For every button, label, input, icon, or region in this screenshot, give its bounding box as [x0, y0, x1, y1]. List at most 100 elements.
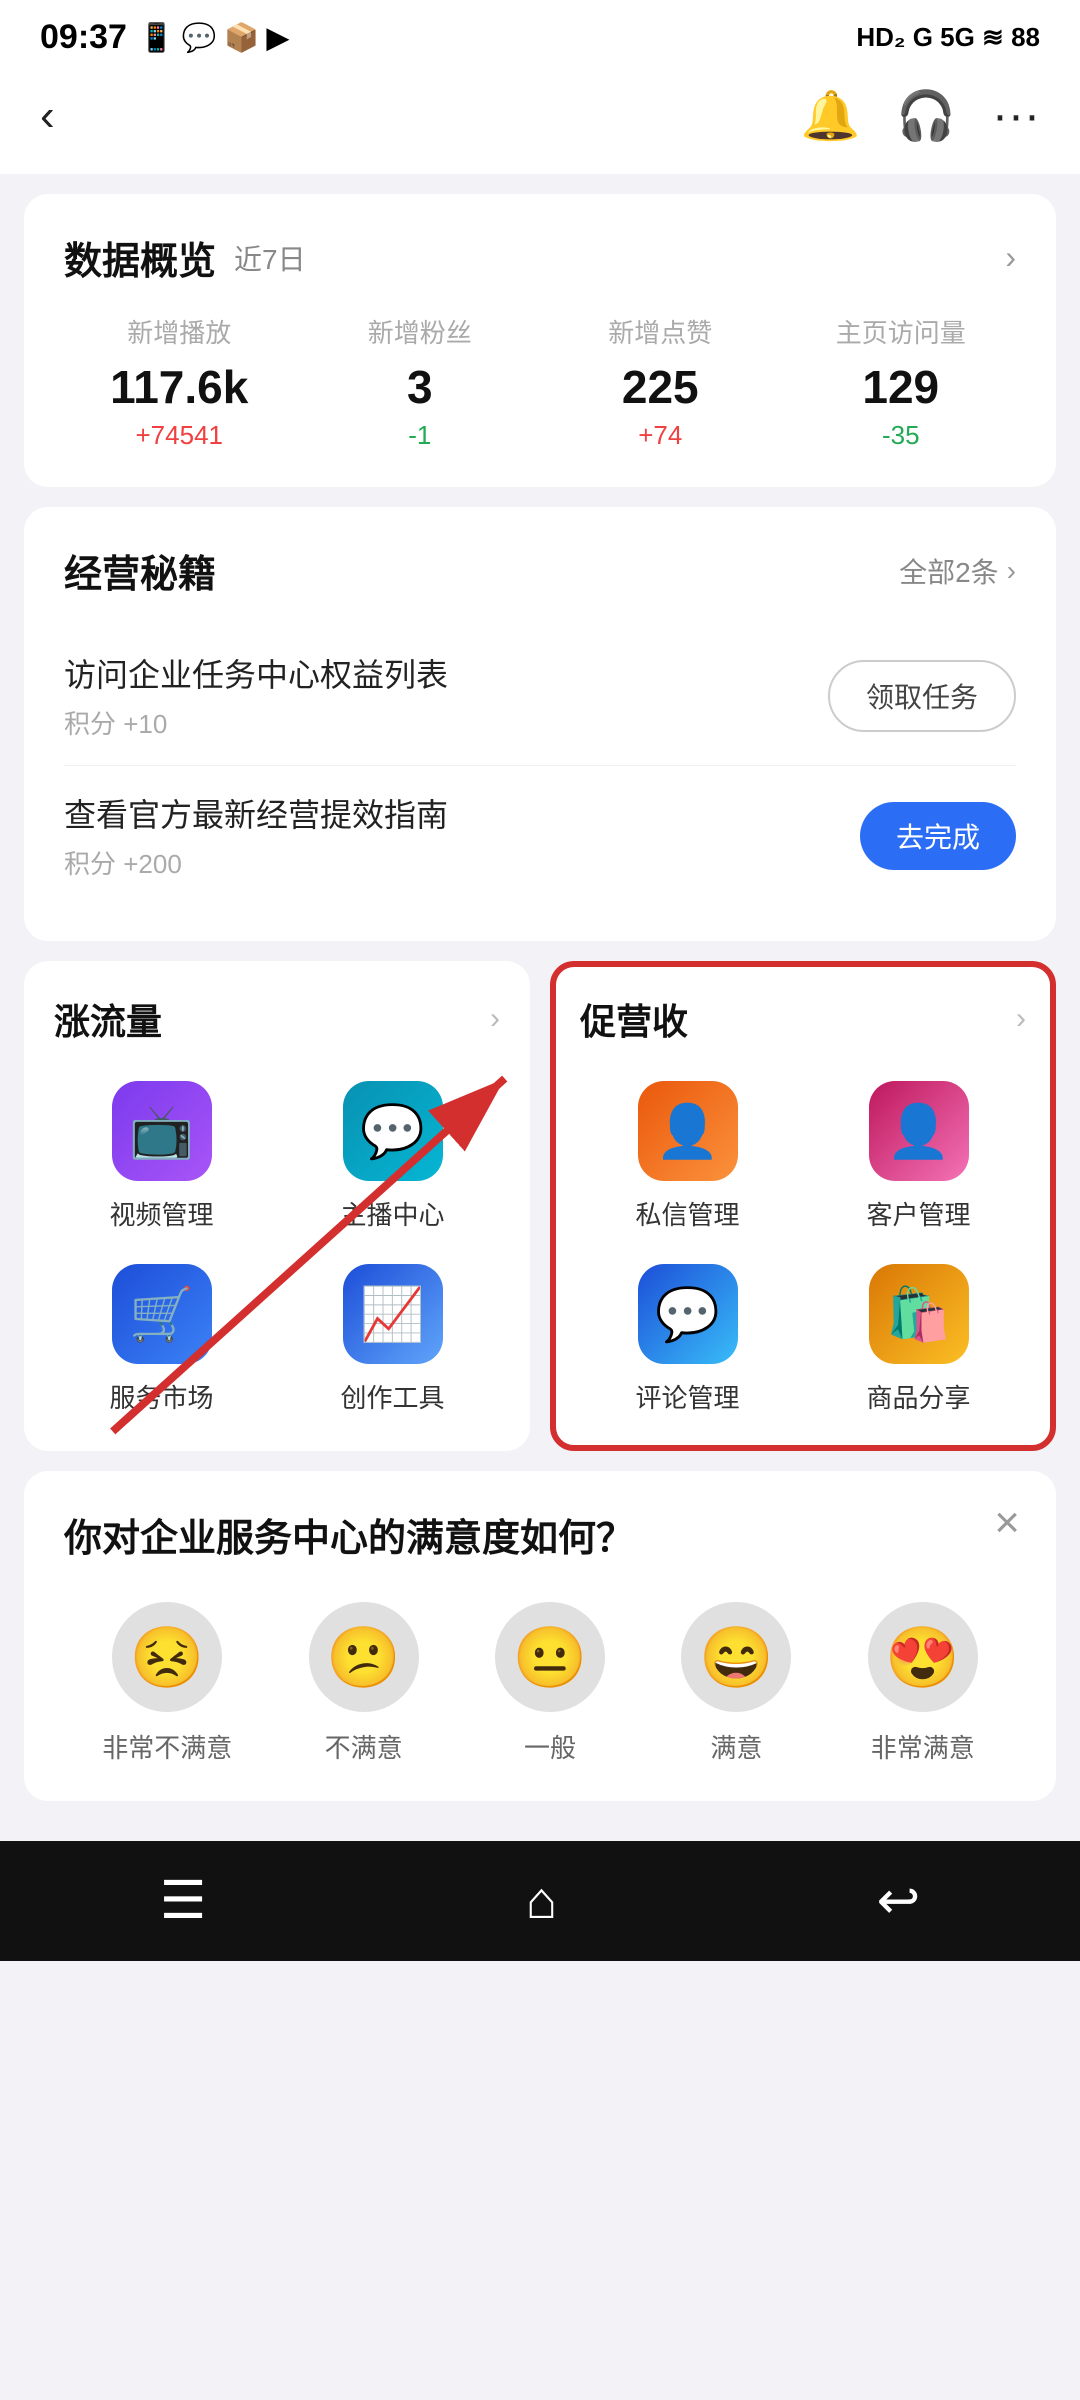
product-share-icon: 🛍️	[869, 1264, 969, 1364]
stat-fans: 新增粉丝 3 -1	[305, 313, 536, 451]
revenue-card: 促营收 › 👤 私信管理 👤 客户管理	[550, 961, 1056, 1451]
complete-task-button[interactable]: 去完成	[860, 802, 1016, 870]
secret-text-0: 访问企业任务中心权益列表 积分 +10	[64, 650, 448, 741]
very-bad-emoji: 😣	[112, 1602, 222, 1712]
creation-tools-label: 创作工具	[340, 1378, 444, 1415]
traffic-item-creation[interactable]: 📈 创作工具	[285, 1264, 500, 1415]
stat-likes-value: 225	[545, 360, 776, 414]
status-left: 09:37 📱 💬 📦 ▶	[40, 18, 288, 57]
business-secrets-arrow: ›	[1007, 555, 1016, 587]
neutral-label: 一般	[524, 1728, 576, 1765]
traffic-card-header: 涨流量 ›	[54, 993, 500, 1045]
notification-icon[interactable]: 🔔	[801, 87, 861, 144]
header-icons: 🔔 🎧 ···	[801, 87, 1040, 144]
secret-item-0: 访问企业任务中心权益列表 积分 +10 领取任务	[64, 626, 1016, 766]
satisfaction-very-bad[interactable]: 😣 非常不满意	[102, 1602, 232, 1765]
comment-management-label: 评论管理	[635, 1378, 739, 1415]
stat-likes: 新增点赞 225 +74	[545, 313, 776, 451]
business-secrets-header: 经营秘籍 全部2条 ›	[64, 543, 1016, 598]
neutral-emoji: 😐	[495, 1602, 605, 1712]
traffic-item-video[interactable]: 📺 视频管理	[54, 1081, 269, 1232]
stat-fans-label: 新增粉丝	[305, 313, 536, 350]
secret-title-0: 访问企业任务中心权益列表	[64, 650, 448, 696]
bottom-nav: ☰ ⌂ ↩	[0, 1841, 1080, 1961]
revenue-arrow[interactable]: ›	[1016, 1002, 1026, 1036]
signal-icons: HD₂ G 5G ≋ 88	[856, 22, 1040, 53]
revenue-item-comment[interactable]: 💬 评论管理	[580, 1264, 795, 1415]
traffic-item-market[interactable]: 🛒 服务市场	[54, 1264, 269, 1415]
status-right: HD₂ G 5G ≋ 88	[856, 22, 1040, 53]
revenue-item-dm[interactable]: 👤 私信管理	[580, 1081, 795, 1232]
customer-management-label: 客户管理	[866, 1195, 970, 1232]
back-button[interactable]: ‹	[40, 91, 55, 141]
app-icons: 📱 💬 📦 ▶	[139, 21, 288, 54]
satisfaction-bad[interactable]: 😕 不满意	[309, 1602, 419, 1765]
close-satisfaction-button[interactable]: ×	[994, 1501, 1020, 1545]
data-overview-title: 数据概览	[64, 230, 216, 285]
revenue-item-customer[interactable]: 👤 客户管理	[811, 1081, 1026, 1232]
nav-menu-icon[interactable]: ☰	[160, 1871, 207, 1931]
stat-visits-value: 129	[786, 360, 1017, 414]
headset-icon[interactable]: 🎧	[896, 87, 956, 144]
bad-emoji: 😕	[309, 1602, 419, 1712]
stat-fans-value: 3	[305, 360, 536, 414]
satisfaction-good[interactable]: 😄 满意	[681, 1602, 791, 1765]
anchor-center-label: 主播中心	[340, 1195, 444, 1232]
stat-plays-label: 新增播放	[64, 313, 295, 350]
status-bar: 09:37 📱 💬 📦 ▶ HD₂ G 5G ≋ 88	[0, 0, 1080, 67]
satisfaction-title: 你对企业服务中心的满意度如何？	[64, 1507, 1016, 1562]
comment-management-icon: 💬	[638, 1264, 738, 1364]
satisfaction-very-good[interactable]: 😍 非常满意	[868, 1602, 978, 1765]
header: ‹ 🔔 🎧 ···	[0, 67, 1080, 174]
data-overview-period: 近7日	[234, 238, 306, 278]
data-overview-card: 数据概览 近7日 › 新增播放 117.6k +74541 新增粉丝 3 -1 …	[24, 194, 1056, 487]
traffic-title: 涨流量	[54, 993, 162, 1045]
revenue-title: 促营收	[580, 993, 688, 1045]
claim-task-button[interactable]: 领取任务	[828, 660, 1016, 732]
dm-management-icon: 👤	[638, 1081, 738, 1181]
customer-management-icon: 👤	[869, 1081, 969, 1181]
secret-score-1: 积分 +200	[64, 844, 448, 881]
revenue-icon-grid: 👤 私信管理 👤 客户管理 💬 评论管理	[580, 1081, 1026, 1415]
video-management-icon: 📺	[112, 1081, 212, 1181]
very-bad-label: 非常不满意	[102, 1728, 232, 1765]
nav-home-icon[interactable]: ⌂	[526, 1871, 557, 1931]
secret-text-1: 查看官方最新经营提效指南 积分 +200	[64, 790, 448, 881]
anchor-center-icon: 💬	[343, 1081, 443, 1181]
dm-management-label: 私信管理	[635, 1195, 739, 1232]
data-overview-arrow[interactable]: ›	[1005, 239, 1016, 276]
secret-title-1: 查看官方最新经营提效指南	[64, 790, 448, 836]
satisfaction-card: × 你对企业服务中心的满意度如何？ 😣 非常不满意 😕 不满意 😐 一般 😄 满…	[24, 1471, 1056, 1801]
bad-label: 不满意	[325, 1728, 403, 1765]
stats-grid: 新增播放 117.6k +74541 新增粉丝 3 -1 新增点赞 225 +7…	[64, 313, 1016, 451]
business-secrets-title: 经营秘籍	[64, 543, 216, 598]
status-time: 09:37	[40, 18, 127, 57]
satisfaction-neutral[interactable]: 😐 一般	[495, 1602, 605, 1765]
product-share-label: 商品分享	[866, 1378, 970, 1415]
two-col-section: 涨流量 › 📺 视频管理 💬 主播中心	[0, 961, 1080, 1451]
stat-plays: 新增播放 117.6k +74541	[64, 313, 295, 451]
nav-back-icon[interactable]: ↩	[877, 1871, 921, 1931]
stat-visits-change: -35	[786, 420, 1017, 451]
secret-item-1: 查看官方最新经营提效指南 积分 +200 去完成	[64, 766, 1016, 905]
business-secrets-count: 全部2条	[899, 551, 999, 591]
stat-fans-change: -1	[305, 420, 536, 451]
very-good-emoji: 😍	[868, 1602, 978, 1712]
traffic-arrow[interactable]: ›	[490, 1002, 500, 1036]
stat-likes-change: +74	[545, 420, 776, 451]
revenue-item-product[interactable]: 🛍️ 商品分享	[811, 1264, 1026, 1415]
data-overview-header: 数据概览 近7日 ›	[64, 230, 1016, 285]
stat-visits: 主页访问量 129 -35	[786, 313, 1017, 451]
stat-plays-value: 117.6k	[64, 360, 295, 414]
traffic-item-anchor[interactable]: 💬 主播中心	[285, 1081, 500, 1232]
stat-visits-label: 主页访问量	[786, 313, 1017, 350]
more-icon[interactable]: ···	[992, 88, 1040, 143]
emoji-row: 😣 非常不满意 😕 不满意 😐 一般 😄 满意 😍 非常满意	[64, 1602, 1016, 1765]
traffic-card: 涨流量 › 📺 视频管理 💬 主播中心	[24, 961, 530, 1451]
revenue-card-header: 促营收 ›	[580, 993, 1026, 1045]
service-market-label: 服务市场	[109, 1378, 213, 1415]
business-secrets-count-group[interactable]: 全部2条 ›	[899, 551, 1016, 591]
data-overview-title-group: 数据概览 近7日	[64, 230, 306, 285]
stat-plays-change: +74541	[64, 420, 295, 451]
video-management-label: 视频管理	[109, 1195, 213, 1232]
